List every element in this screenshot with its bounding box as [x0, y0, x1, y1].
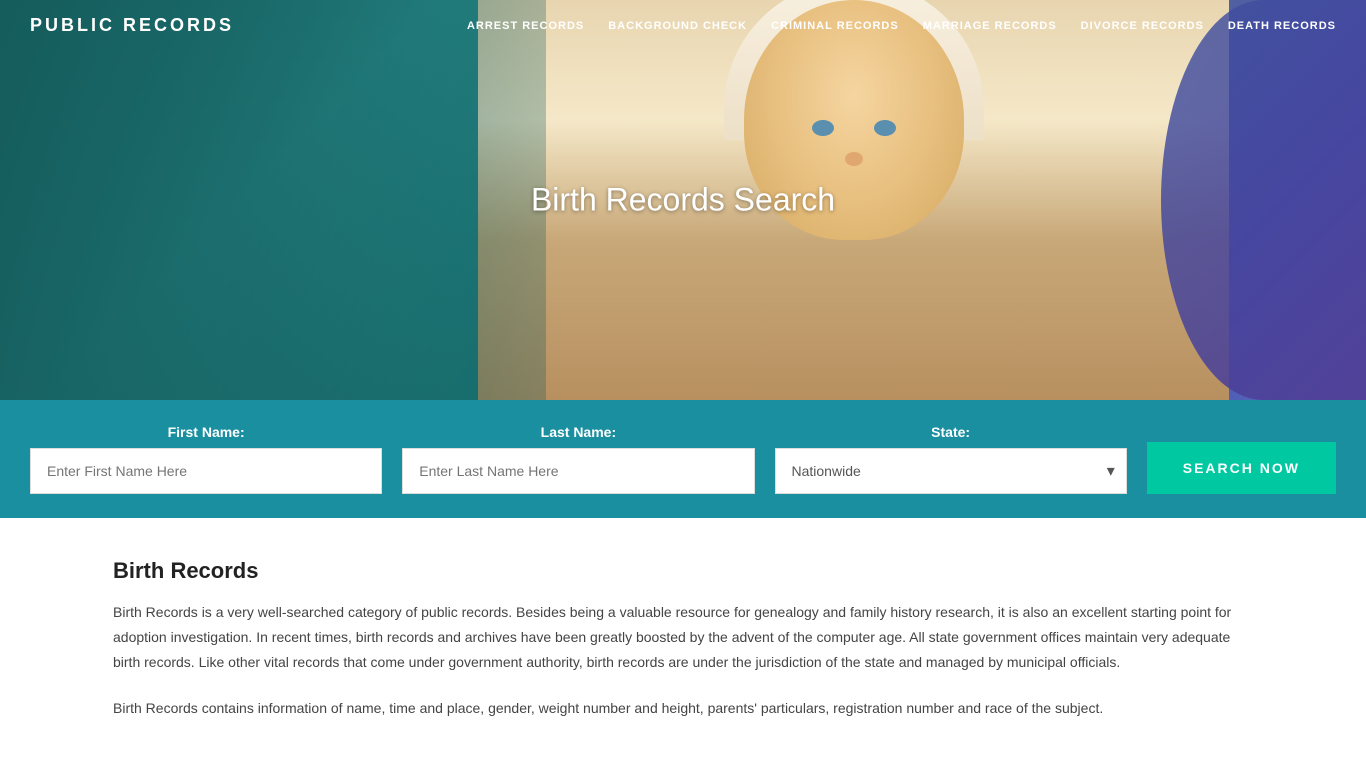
hero-overlay-right: [1161, 0, 1366, 400]
navbar: PUBLIC RECORDS ARREST RECORDS BACKGROUND …: [0, 0, 1366, 50]
nav-link-divorce-records[interactable]: DIVORCE RECORDS: [1081, 20, 1204, 32]
hero-overlay-left: [0, 0, 546, 400]
nav-link-death-records[interactable]: DEATH RECORDS: [1228, 20, 1336, 32]
main-content: Birth Records Birth Records is a very we…: [83, 558, 1283, 721]
search-section: First Name: Last Name: State: Nationwide…: [0, 400, 1366, 518]
state-label: State:: [775, 424, 1127, 440]
search-now-button[interactable]: SEARCH NOW: [1147, 442, 1336, 494]
content-paragraph-1: Birth Records is a very well-searched ca…: [113, 600, 1253, 676]
hero-section: Birth Records Search: [0, 0, 1366, 400]
nav-link-criminal-records[interactable]: CRIMINAL RECORDS: [771, 20, 899, 32]
nav-links: ARREST RECORDS BACKGROUND CHECK CRIMINAL R…: [467, 16, 1336, 34]
nav-link-background-check[interactable]: BACKGROUND CHECK: [608, 20, 747, 32]
site-logo[interactable]: PUBLIC RECORDS: [30, 15, 234, 36]
first-name-input[interactable]: [30, 448, 382, 494]
last-name-input[interactable]: [402, 448, 754, 494]
nav-link-arrest-records[interactable]: ARREST RECORDS: [467, 20, 584, 32]
state-select[interactable]: NationwideAlabamaAlaskaArizonaArkansasCa…: [775, 448, 1127, 494]
state-field: State: NationwideAlabamaAlaskaArizonaArk…: [775, 424, 1127, 494]
hero-title: Birth Records Search: [531, 182, 835, 219]
state-select-wrapper: NationwideAlabamaAlaskaArizonaArkansasCa…: [775, 448, 1127, 494]
content-paragraph-2: Birth Records contains information of na…: [113, 696, 1253, 721]
last-name-label: Last Name:: [402, 424, 754, 440]
nav-link-marriage-records[interactable]: MARRIAGE RECORDS: [923, 20, 1057, 32]
content-title: Birth Records: [113, 558, 1253, 584]
first-name-label: First Name:: [30, 424, 382, 440]
first-name-field: First Name:: [30, 424, 382, 494]
last-name-field: Last Name:: [402, 424, 754, 494]
